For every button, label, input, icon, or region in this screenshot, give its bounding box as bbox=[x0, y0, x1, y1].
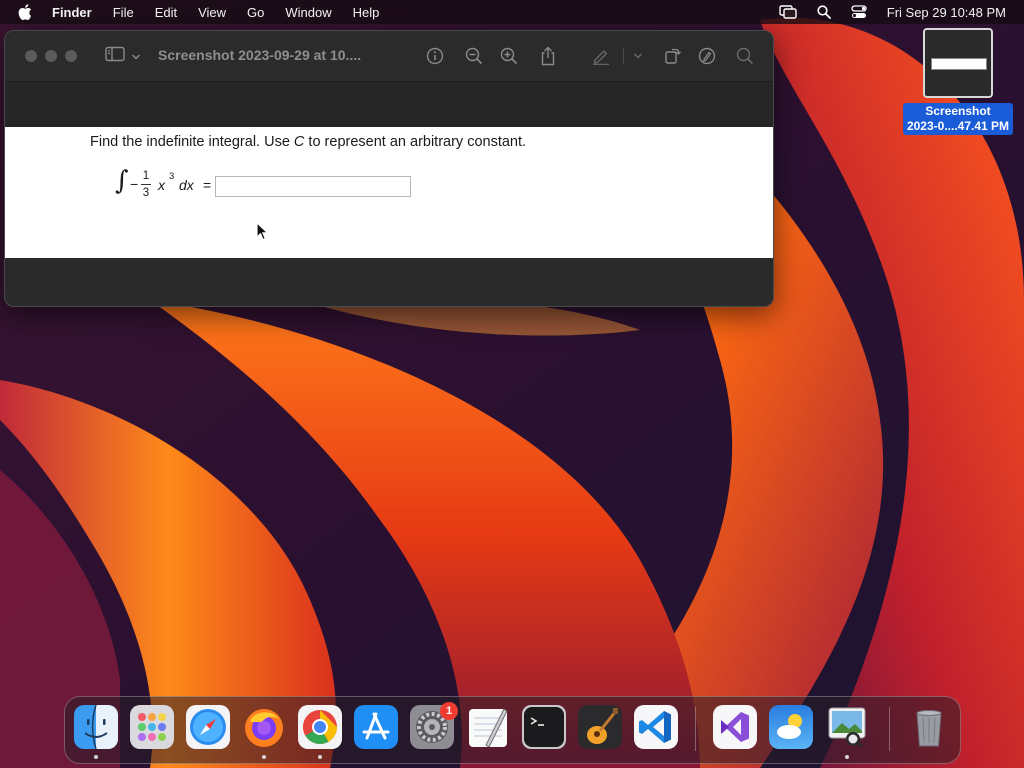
question-prefix: Find the indefinite integral. Use bbox=[90, 134, 294, 150]
share-button[interactable] bbox=[537, 45, 559, 67]
safari-icon[interactable] bbox=[186, 705, 230, 749]
system-settings-icon[interactable]: 1 bbox=[410, 702, 458, 749]
chevron-down-icon bbox=[131, 48, 141, 66]
visual-studio-icon[interactable] bbox=[713, 705, 757, 749]
mouse-cursor-icon bbox=[256, 222, 269, 241]
file-thumbnail bbox=[923, 28, 993, 98]
rotate-button[interactable] bbox=[661, 45, 683, 67]
file-label-line1: Screenshot bbox=[925, 104, 991, 118]
differential: dx bbox=[179, 177, 194, 193]
notification-badge: 1 bbox=[440, 702, 458, 720]
denominator: 3 bbox=[142, 187, 150, 199]
zoom-out-icon bbox=[465, 47, 483, 65]
sidebar-icon bbox=[105, 46, 125, 67]
menu-go[interactable]: Go bbox=[247, 5, 264, 20]
window-titlebar[interactable]: Screenshot 2023-09-29 at 10.... bbox=[5, 31, 773, 82]
dock: 1 bbox=[64, 696, 961, 764]
integral-sign: ∫ bbox=[115, 166, 129, 196]
close-button[interactable] bbox=[25, 50, 37, 62]
trash-icon[interactable] bbox=[907, 705, 951, 749]
share-icon bbox=[541, 46, 555, 66]
dock-separator bbox=[695, 707, 696, 751]
running-indicator bbox=[845, 755, 849, 759]
preview-window: Screenshot 2023-09-29 at 10.... Find the… bbox=[4, 30, 774, 307]
dock-separator bbox=[889, 707, 890, 751]
numerator: 1 bbox=[142, 170, 150, 182]
fraction: 1 3 bbox=[141, 169, 151, 200]
toolbar-divider bbox=[623, 48, 624, 64]
zoom-in-icon bbox=[500, 47, 518, 65]
markup-button[interactable] bbox=[696, 45, 718, 67]
running-indicator bbox=[262, 755, 266, 759]
textedit-icon[interactable] bbox=[466, 705, 510, 749]
finder-icon[interactable] bbox=[74, 704, 118, 750]
minimize-button[interactable] bbox=[45, 50, 57, 62]
question-suffix: to represent an arbitrary constant. bbox=[304, 134, 527, 150]
zoom-in-button[interactable] bbox=[498, 45, 520, 67]
spotlight-icon[interactable] bbox=[817, 5, 831, 19]
chevron-down-icon bbox=[634, 53, 642, 59]
info-button[interactable] bbox=[424, 45, 446, 67]
answer-input[interactable] bbox=[215, 176, 411, 197]
firefox-icon[interactable] bbox=[242, 705, 286, 749]
search-button[interactable] bbox=[734, 45, 756, 67]
question-variable: C bbox=[293, 134, 305, 150]
markup-icon bbox=[698, 47, 716, 65]
zoom-button[interactable] bbox=[65, 50, 77, 62]
info-icon bbox=[426, 47, 444, 65]
markup-options-button[interactable] bbox=[627, 45, 649, 67]
menu-view[interactable]: View bbox=[198, 5, 226, 20]
weather-icon[interactable] bbox=[769, 705, 813, 749]
preview-canvas-top bbox=[5, 82, 773, 127]
menu-clock[interactable]: Fri Sep 29 10:48 PM bbox=[887, 5, 1006, 20]
menu-help[interactable]: Help bbox=[353, 5, 380, 20]
file-label: Screenshot 2023-0....47.41 PM bbox=[902, 103, 1014, 135]
document-image: Find the indefinite integral. Use C to r… bbox=[5, 127, 773, 258]
minus-sign: − bbox=[130, 176, 139, 192]
garageband-icon[interactable] bbox=[578, 705, 622, 749]
search-icon bbox=[736, 47, 754, 65]
terminal-icon[interactable] bbox=[522, 705, 566, 749]
preview-icon[interactable] bbox=[825, 705, 869, 749]
control-center-icon[interactable] bbox=[851, 5, 867, 19]
menu-bar: Finder File Edit View Go Window Help Fri… bbox=[0, 0, 1024, 24]
menu-app-name[interactable]: Finder bbox=[52, 5, 92, 20]
equals-sign: = bbox=[203, 177, 212, 193]
running-indicator bbox=[94, 755, 98, 759]
screen-mirroring-icon[interactable] bbox=[779, 5, 797, 19]
chrome-icon[interactable] bbox=[298, 705, 342, 749]
menu-file[interactable]: File bbox=[113, 5, 134, 20]
rotate-icon bbox=[665, 48, 681, 64]
vscode-icon[interactable] bbox=[634, 705, 678, 749]
exponent: 3 bbox=[169, 171, 175, 182]
app-store-icon[interactable] bbox=[354, 705, 398, 749]
menu-window[interactable]: Window bbox=[285, 5, 331, 20]
launchpad-icon[interactable] bbox=[130, 705, 174, 749]
zoom-out-button[interactable] bbox=[463, 45, 485, 67]
markup-pen-button[interactable] bbox=[590, 45, 612, 67]
apple-icon[interactable] bbox=[18, 4, 34, 20]
preview-canvas-bottom bbox=[5, 258, 773, 306]
sidebar-toggle-button[interactable] bbox=[105, 46, 141, 67]
file-label-line2: 2023-0....47.41 PM bbox=[906, 119, 1010, 133]
running-indicator bbox=[318, 755, 322, 759]
window-title: Screenshot 2023-09-29 at 10.... bbox=[158, 47, 362, 63]
fraction-bar bbox=[141, 184, 151, 185]
desktop-file-screenshot[interactable]: Screenshot 2023-0....47.41 PM bbox=[896, 28, 1020, 135]
question-text: Find the indefinite integral. Use C to r… bbox=[90, 134, 526, 150]
menu-edit[interactable]: Edit bbox=[155, 5, 177, 20]
markup-pen-icon bbox=[593, 50, 609, 65]
variable: x bbox=[158, 177, 165, 193]
